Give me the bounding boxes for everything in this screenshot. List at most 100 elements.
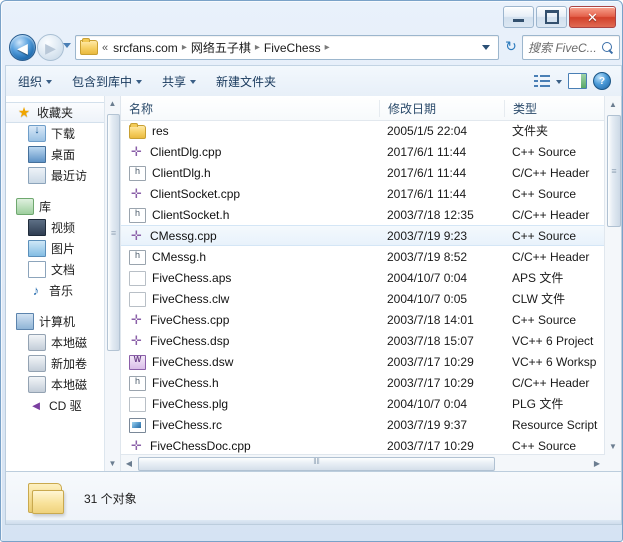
search-box[interactable]: 搜索 FiveC... [522, 35, 620, 60]
new-folder-button[interactable]: 新建文件夹 [208, 69, 284, 94]
table-row[interactable]: FiveChess.h 2003/7/17 10:29 C/C++ Header [121, 372, 621, 393]
scroll-down-button[interactable]: ▼ [605, 438, 621, 454]
drive-icon [28, 376, 46, 393]
vertical-scroll-thumb[interactable] [607, 115, 621, 227]
sidebar-scrollbar[interactable]: ▲ ▼ [104, 96, 120, 471]
maximize-button[interactable] [536, 6, 567, 28]
sidebar-item-music[interactable]: ♪ 音乐 [6, 280, 120, 301]
sidebar-label-music: 音乐 [49, 284, 74, 298]
file-list-horizontal-scrollbar[interactable]: ◀ ▶ [121, 454, 605, 471]
table-row[interactable]: FiveChess.plg 2004/10/7 0:04 PLG 文件 [121, 393, 621, 414]
recent-places-icon [28, 167, 46, 184]
sidebar-item-local-disk-d[interactable]: 本地磁 [6, 374, 120, 395]
cell-date-modified: 2005/1/5 22:04 [387, 123, 468, 138]
preview-pane-icon[interactable] [568, 73, 587, 89]
cell-name: ✛ FiveChess.dsp [121, 333, 379, 348]
table-row[interactable]: ClientDlg.h 2017/6/1 11:44 C/C++ Header [121, 162, 621, 183]
table-row[interactable]: FiveChess.clw 2004/10/7 0:05 CLW 文件 [121, 288, 621, 309]
sidebar-label-videos: 视频 [51, 221, 76, 235]
organize-button[interactable]: 组织 [10, 69, 60, 94]
cell-type: C++ Source [512, 438, 577, 453]
refresh-button[interactable]: ↻ [501, 36, 521, 57]
table-row[interactable]: ✛ ClientSocket.cpp 2017/6/1 11:44 C++ Sourc… [121, 183, 621, 204]
table-row[interactable]: ✛ FiveChessDoc.cpp 2003/7/17 10:29 C++ Sour… [121, 435, 621, 456]
help-icon[interactable]: ? [593, 72, 611, 90]
cell-date-modified: 2017/6/1 11:44 [387, 144, 467, 159]
sidebar-item-local-disk-c[interactable]: 本地磁 [6, 332, 120, 353]
sidebar-scroll-up-button[interactable]: ▲ [105, 96, 120, 111]
minimize-button[interactable] [503, 6, 534, 28]
view-chevron-down-icon[interactable] [556, 80, 562, 84]
table-row[interactable]: FiveChess.aps 2004/10/7 0:04 APS 文件 [121, 267, 621, 288]
scroll-left-button[interactable]: ◀ [121, 455, 137, 471]
chevron-down-icon [46, 80, 53, 84]
sidebar-item-documents[interactable]: 文档 [6, 259, 120, 280]
cell-type: C/C++ Header [512, 249, 590, 264]
sidebar-scroll-down-button[interactable]: ▼ [105, 456, 120, 471]
table-row[interactable]: CMessg.h 2003/7/19 8:52 C/C++ Header [121, 246, 621, 267]
share-label: 共享 [162, 74, 187, 89]
cell-date-modified: 2003/7/17 10:29 [387, 354, 474, 369]
table-row[interactable]: ClientSocket.h 2003/7/18 12:35 C/C++ Heade… [121, 204, 621, 225]
file-list-vertical-scrollbar[interactable]: ▲ ▼ [604, 96, 621, 471]
forward-button[interactable]: ▶ [37, 34, 64, 61]
search-input[interactable]: 搜索 FiveC... [528, 39, 597, 56]
cell-type: C/C++ Header [512, 375, 590, 390]
drive-icon [28, 355, 46, 372]
address-bar[interactable]: « srcfans.com ▸ 网络五子棋 ▸ FiveChess ▸ [75, 35, 499, 60]
scroll-right-button[interactable]: ▶ [589, 455, 605, 471]
cpp-file-icon: ✛ [131, 186, 142, 201]
horizontal-scroll-thumb[interactable] [138, 457, 495, 471]
library-icon [16, 198, 34, 215]
back-button[interactable]: ◀ [9, 34, 36, 61]
breadcrumb-overflow[interactable]: « [100, 42, 110, 54]
sidebar-item-downloads[interactable]: 下载 [6, 123, 120, 144]
share-button[interactable]: 共享 [154, 69, 204, 94]
sidebar-item-libraries[interactable]: 库 [6, 196, 120, 217]
sidebar-item-favorites[interactable]: ★ 收藏夹 [6, 102, 120, 123]
cell-name: CMessg.h [121, 249, 379, 265]
status-bar: 31 个对象 [5, 472, 622, 525]
address-dropdown-icon[interactable] [482, 45, 490, 50]
table-row[interactable]: FiveChess.rc 2003/7/19 9:37 Resource Scrip… [121, 414, 621, 435]
recent-locations-dropdown[interactable] [63, 43, 71, 48]
table-row[interactable]: res 2005/1/5 22:04 文件夹 [121, 120, 621, 141]
breadcrumb-item-1[interactable]: 网络五子棋 [188, 39, 254, 56]
table-row[interactable]: ✛ FiveChess.dsp 2003/7/18 15:07 VC++ 6 Proj… [121, 330, 621, 351]
table-row[interactable]: ✛ FiveChess.cpp 2003/7/18 14:01 C++ Source [121, 309, 621, 330]
sidebar-item-pictures[interactable]: 图片 [6, 238, 120, 259]
sidebar-item-desktop[interactable]: 桌面 [6, 144, 120, 165]
breadcrumb-item-0[interactable]: srcfans.com [110, 41, 181, 55]
sidebar-item-videos[interactable]: 视频 [6, 217, 120, 238]
column-header-type[interactable]: 类型 [504, 99, 614, 117]
column-headers: 名称 修改日期 类型 [121, 96, 621, 121]
breadcrumb-separator-0[interactable]: ▸ [181, 42, 188, 53]
column-header-name[interactable]: 名称 [121, 100, 379, 117]
cell-date-modified: 2003/7/17 10:29 [387, 438, 474, 453]
sidebar-label-downloads: 下载 [51, 127, 76, 141]
sidebar-scroll-thumb[interactable] [107, 114, 120, 351]
sidebar-label-local-disk-d: 本地磁 [51, 378, 88, 392]
table-row[interactable]: ✛ ClientDlg.cpp 2017/6/1 11:44 C++ Source [121, 141, 621, 162]
header-file-icon [129, 375, 146, 391]
column-header-date[interactable]: 修改日期 [379, 99, 504, 117]
scroll-up-button[interactable]: ▲ [605, 96, 621, 112]
table-row[interactable]: FiveChess.dsw 2003/7/17 10:29 VC++ 6 Works… [121, 351, 621, 372]
sidebar-item-new-volume[interactable]: 新加卷 [6, 353, 120, 374]
change-view-icon[interactable] [534, 74, 550, 88]
sidebar-item-cd-drive[interactable]: ◄ CD 驱 [6, 395, 120, 416]
close-button[interactable]: ✕ [569, 6, 616, 28]
cpp-file-icon: ✛ [131, 228, 142, 243]
file-name-label: FiveChess.plg [152, 396, 229, 411]
sidebar-item-recent-places[interactable]: 最近访 [6, 165, 120, 186]
breadcrumb-item-2[interactable]: FiveChess [261, 41, 324, 55]
include-in-library-button[interactable]: 包含到库中 [64, 69, 150, 94]
cell-name: ✛ ClientDlg.cpp [121, 144, 379, 159]
breadcrumb-separator-1[interactable]: ▸ [254, 42, 261, 53]
cell-date-modified: 2003/7/19 8:52 [387, 249, 468, 264]
breadcrumb-separator-2[interactable]: ▸ [324, 42, 331, 53]
table-row[interactable]: ✛ CMessg.cpp 2003/7/19 9:23 C++ Source [121, 225, 621, 246]
cpp-file-icon: ✛ [131, 438, 142, 453]
sidebar-item-computer[interactable]: 计算机 [6, 311, 120, 332]
